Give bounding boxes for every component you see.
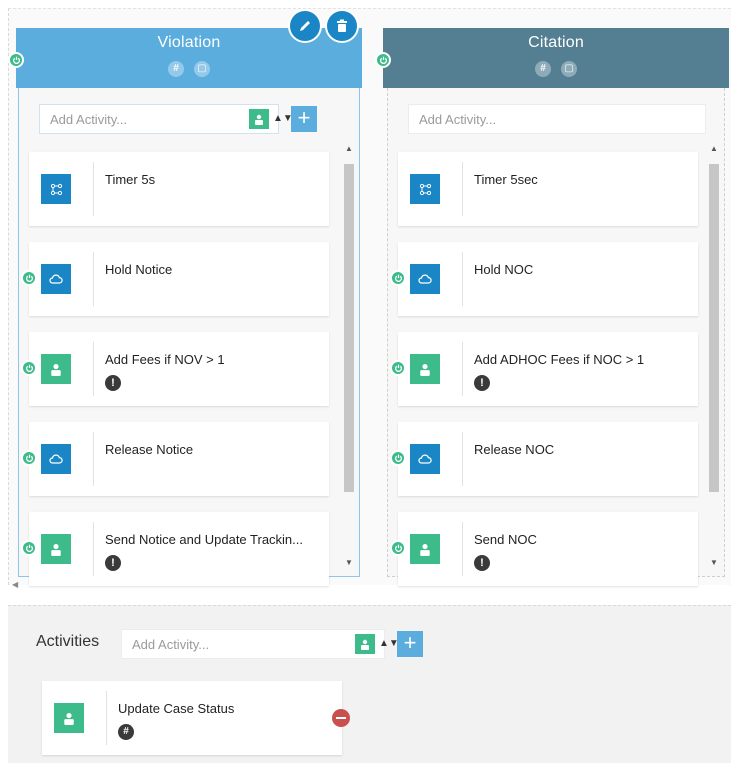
add-activity-row: Add Activity... ▲▼ + [39, 104, 339, 134]
add-activity-input[interactable]: Add Activity... [408, 104, 706, 134]
user-icon [41, 534, 71, 564]
activity-label: Timer 5sec [474, 172, 538, 187]
stage-violation: Violation # ▢ Add Activity... ▲▼ + ▲ ▼ T… [8, 28, 362, 586]
activity-label: Release Notice [105, 442, 194, 457]
activities-title: Activities [36, 633, 100, 650]
remove-icon[interactable] [332, 709, 350, 727]
divider [93, 522, 94, 576]
stage-citation: Citation # ▢ Add Activity... ▲ ▼ Timer 5… [375, 28, 729, 586]
activity-type-button[interactable] [249, 109, 269, 129]
activity-card[interactable]: Add Fees if NOV > 1! [21, 332, 329, 406]
power-icon[interactable] [21, 360, 37, 376]
activity-card[interactable]: Timer 5s [29, 152, 329, 226]
activity-label: Timer 5s [105, 172, 156, 187]
add-activity-input[interactable]: Add Activity... [39, 104, 279, 134]
pencil-icon [300, 21, 310, 31]
activity-type-button[interactable] [355, 634, 375, 654]
cloud-icon [41, 444, 71, 474]
divider [462, 522, 463, 576]
trash-icon [337, 19, 347, 32]
stage-violation-body: Add Activity... ▲▼ + ▲ ▼ Timer 5s Hold No… [18, 88, 360, 586]
divider [462, 342, 463, 396]
hash-icon[interactable]: # [118, 724, 134, 740]
add-activity-input[interactable]: Add Activity... [121, 629, 385, 659]
hash-icon[interactable]: # [168, 61, 184, 77]
activity-label: Hold Notice [105, 262, 173, 277]
power-icon[interactable] [21, 450, 37, 466]
sort-icon[interactable]: ▲▼ [273, 114, 293, 124]
sort-icon[interactable]: ▲▼ [379, 639, 399, 649]
power-icon[interactable] [390, 450, 406, 466]
activity-label: Release NOC [474, 442, 555, 457]
activities-panel: Activities Add Activity... ▲▼ + Update C… [8, 605, 731, 763]
power-icon[interactable] [375, 52, 391, 68]
divider [462, 432, 463, 486]
user-icon [410, 534, 440, 564]
scroll-up-icon[interactable]: ▲ [345, 144, 353, 153]
stage-citation-body: Add Activity... ▲ ▼ Timer 5sec Hold NOC Ad… [387, 88, 725, 586]
power-icon[interactable] [390, 360, 406, 376]
activity-label: Update Case Status [118, 701, 235, 716]
power-icon[interactable] [390, 540, 406, 556]
activity-card[interactable]: Send Notice and Update Trackin...! [21, 512, 329, 586]
activity-card[interactable]: Send NOC! [390, 512, 698, 586]
edit-stage-button[interactable] [288, 9, 322, 43]
stage-title: Citation [528, 34, 584, 51]
add-activity-button[interactable]: + [291, 106, 317, 132]
divider [106, 691, 107, 745]
divider [93, 162, 94, 216]
user-icon [255, 114, 263, 125]
power-icon[interactable] [390, 270, 406, 286]
alert-icon[interactable]: ! [474, 375, 490, 391]
activity-label: Add ADHOC Fees if NOC > 1 [474, 352, 645, 367]
activity-card[interactable]: Add ADHOC Fees if NOC > 1! [390, 332, 698, 406]
divider [93, 342, 94, 396]
power-icon[interactable] [8, 52, 24, 68]
activity-label: Hold NOC [474, 262, 534, 277]
power-icon[interactable] [21, 270, 37, 286]
scroll-down-icon[interactable]: ▼ [710, 558, 718, 567]
delete-stage-button[interactable] [325, 9, 359, 43]
cloud-icon [410, 264, 440, 294]
user-icon [410, 354, 440, 384]
alert-icon[interactable]: ! [105, 375, 121, 391]
cloud-icon [410, 444, 440, 474]
user-icon [361, 639, 369, 650]
activity-card[interactable]: Release Notice [21, 422, 329, 496]
scroll-up-icon[interactable]: ▲ [710, 144, 718, 153]
user-icon [54, 703, 84, 733]
activity-label: Send NOC [474, 532, 537, 547]
divider [462, 162, 463, 216]
cloud-icon [41, 264, 71, 294]
scrollbar[interactable]: ▲ ▼ [343, 144, 355, 567]
alert-icon[interactable]: ! [105, 555, 121, 571]
timer-icon [410, 174, 440, 204]
scroll-down-icon[interactable]: ▼ [345, 558, 353, 567]
activity-label: Add Fees if NOV > 1 [105, 352, 225, 367]
activity-card[interactable]: Release NOC [390, 422, 698, 496]
activity-label: Send Notice and Update Trackin... [105, 532, 304, 547]
scrollbar-thumb[interactable] [344, 164, 354, 492]
power-icon[interactable] [21, 540, 37, 556]
square-icon[interactable]: ▢ [194, 61, 210, 77]
scroll-left-icon[interactable]: ◀ [12, 580, 18, 589]
square-icon[interactable]: ▢ [561, 61, 577, 77]
activity-card[interactable]: Hold Notice [21, 242, 329, 316]
activity-card[interactable]: Timer 5sec [398, 152, 698, 226]
scrollbar-thumb[interactable] [709, 164, 719, 492]
timer-icon [41, 174, 71, 204]
activity-card[interactable]: Update Case Status # [42, 681, 342, 755]
divider [93, 432, 94, 486]
user-icon [41, 354, 71, 384]
hash-icon[interactable]: # [535, 61, 551, 77]
divider [93, 252, 94, 306]
add-activity-row: Add Activity... [408, 104, 708, 134]
activity-card[interactable]: Hold NOC [390, 242, 698, 316]
divider [462, 252, 463, 306]
stage-citation-header[interactable]: Citation # ▢ [383, 28, 729, 88]
alert-icon[interactable]: ! [474, 555, 490, 571]
add-activity-row: Add Activity... ▲▼ + [121, 629, 423, 659]
add-activity-button[interactable]: + [397, 631, 423, 657]
scrollbar[interactable]: ▲ ▼ [708, 144, 720, 567]
